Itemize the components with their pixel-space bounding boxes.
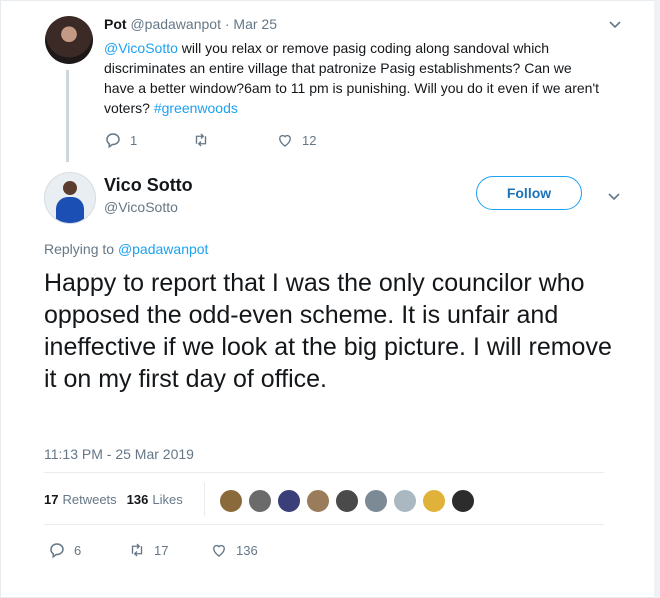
likers-avatars[interactable] bbox=[215, 488, 476, 514]
scrollbar-track[interactable] bbox=[654, 0, 660, 598]
mention-link[interactable]: @VicoSotto bbox=[104, 40, 178, 56]
retweet-icon bbox=[195, 133, 207, 147]
tweet-timestamp[interactable]: 11:13 PM - 25 Mar 2019 bbox=[44, 446, 194, 462]
like-count: 12 bbox=[302, 132, 317, 148]
liker-avatar[interactable] bbox=[218, 488, 244, 514]
tweet-author-name[interactable]: Vico Sotto bbox=[104, 175, 193, 196]
divider bbox=[44, 524, 604, 525]
liker-avatar[interactable] bbox=[247, 488, 273, 514]
thread-line bbox=[66, 70, 69, 162]
reply-count: 1 bbox=[130, 132, 138, 148]
retweet-stat-label[interactable]: Retweets bbox=[62, 492, 116, 507]
parent-header: Pot @padawanpot · Mar 25 bbox=[104, 16, 277, 32]
tweet-actions: 6 17 136 bbox=[48, 541, 258, 559]
retweet-count: 17 bbox=[154, 542, 169, 558]
liker-avatar[interactable] bbox=[334, 488, 360, 514]
separator: · bbox=[224, 16, 230, 32]
heart-icon bbox=[213, 544, 225, 557]
retweet-button[interactable]: 17 bbox=[128, 541, 210, 559]
like-stat-count[interactable]: 136 bbox=[127, 492, 149, 507]
liker-avatar[interactable] bbox=[392, 488, 418, 514]
retweet-button[interactable] bbox=[192, 131, 276, 149]
liker-avatar[interactable] bbox=[276, 488, 302, 514]
parent-author-handle[interactable]: @padawanpot bbox=[130, 16, 221, 32]
parent-date[interactable]: Mar 25 bbox=[233, 16, 277, 32]
avatar-pot[interactable] bbox=[45, 16, 93, 64]
like-stat-label[interactable]: Likes bbox=[152, 492, 182, 507]
tweet-stats: 17 Retweets 136 Likes bbox=[44, 492, 183, 507]
liker-avatar[interactable] bbox=[305, 488, 331, 514]
heart-icon bbox=[279, 134, 291, 147]
liker-avatar[interactable] bbox=[450, 488, 476, 514]
replying-to-label: Replying to bbox=[44, 241, 115, 257]
reply-button[interactable]: 6 bbox=[48, 541, 128, 559]
like-button[interactable]: 136 bbox=[210, 541, 258, 559]
liker-avatar[interactable] bbox=[363, 488, 389, 514]
retweet-stat-count[interactable]: 17 bbox=[44, 492, 58, 507]
replying-to: Replying to @padawanpot bbox=[44, 241, 208, 257]
avatar-vico[interactable] bbox=[44, 172, 96, 224]
parent-tweet-text: @VicoSotto will you relax or remove pasi… bbox=[104, 38, 599, 118]
reply-button[interactable]: 1 bbox=[104, 131, 192, 149]
chevron-down-icon[interactable] bbox=[608, 18, 622, 33]
hashtag-link[interactable]: #greenwoods bbox=[154, 100, 238, 116]
like-count: 136 bbox=[236, 542, 258, 558]
avatar-shirt bbox=[56, 197, 84, 223]
parent-author-name[interactable]: Pot bbox=[104, 16, 127, 32]
reply-icon bbox=[106, 133, 120, 149]
retweet-icon bbox=[131, 543, 143, 557]
avatar-head bbox=[63, 181, 77, 195]
replying-to-handle[interactable]: @padawanpot bbox=[118, 241, 209, 257]
like-button[interactable]: 12 bbox=[276, 131, 316, 149]
chevron-down-icon[interactable] bbox=[607, 190, 621, 205]
liker-avatar[interactable] bbox=[421, 488, 447, 514]
tweet-author-handle[interactable]: @VicoSotto bbox=[104, 199, 178, 215]
parent-actions: 1 12 bbox=[104, 131, 316, 149]
divider bbox=[44, 472, 604, 473]
follow-button[interactable]: Follow bbox=[476, 176, 582, 210]
reply-icon bbox=[50, 543, 64, 559]
tweet-text: Happy to report that I was the only coun… bbox=[44, 269, 612, 393]
stats-divider bbox=[204, 482, 205, 516]
reply-count: 6 bbox=[74, 542, 82, 558]
